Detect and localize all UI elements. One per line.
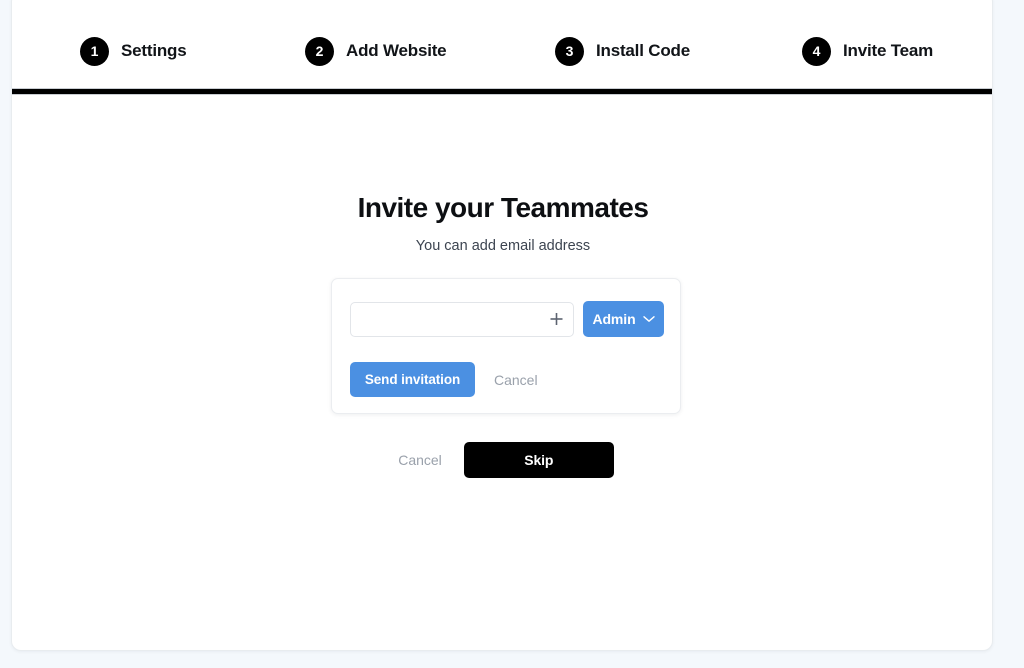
- invite-input-row: Admin: [350, 301, 664, 337]
- invite-actions-row: Send invitation Cancel: [350, 362, 538, 397]
- footer-cancel-button[interactable]: Cancel: [398, 452, 442, 468]
- page-subtitle: You can add email address: [415, 238, 591, 254]
- plus-icon[interactable]: [549, 312, 564, 327]
- step-number-badge: 4: [802, 36, 831, 66]
- role-dropdown-value: Admin: [592, 311, 636, 327]
- page-card: 1 Settings 2 Add Website 3 Install Code …: [11, 0, 993, 651]
- step-number-badge: 2: [305, 36, 334, 66]
- step-label: Install Code: [596, 41, 690, 60]
- invite-cancel-link[interactable]: Cancel: [494, 372, 538, 388]
- skip-button[interactable]: Skip: [463, 442, 614, 478]
- onboarding-screen: 1 Settings 2 Add Website 3 Install Code …: [0, 0, 1024, 668]
- step-item-settings[interactable]: 1 Settings: [80, 34, 187, 68]
- step-item-invite-team[interactable]: 4 Invite Team: [802, 34, 933, 68]
- invite-card: Admin Send invitation Cancel: [331, 278, 681, 414]
- onboarding-stepper: 1 Settings 2 Add Website 3 Install Code …: [12, 1, 992, 88]
- divider-hairline-bottom: [12, 94, 992, 95]
- chevron-down-icon: [642, 310, 655, 328]
- email-input-wrapper: [350, 301, 574, 337]
- page-title: Invite your Teammates: [357, 192, 649, 223]
- send-invitation-button[interactable]: Send invitation: [350, 362, 475, 397]
- step-number-badge: 1: [80, 36, 109, 66]
- role-dropdown[interactable]: Admin: [583, 301, 664, 337]
- step-label: Invite Team: [843, 41, 934, 60]
- step-item-add-website[interactable]: 2 Add Website: [305, 34, 447, 68]
- email-input[interactable]: [350, 301, 574, 337]
- footer-actions: Cancel Skip: [12, 442, 992, 478]
- step-label: Settings: [121, 41, 187, 60]
- main-content: Invite your Teammates You can add email …: [12, 97, 992, 644]
- step-label: Add Website: [346, 41, 447, 60]
- step-number-badge: 3: [555, 36, 584, 66]
- step-item-install-code[interactable]: 3 Install Code: [555, 34, 690, 68]
- stepper-divider: [12, 88, 992, 97]
